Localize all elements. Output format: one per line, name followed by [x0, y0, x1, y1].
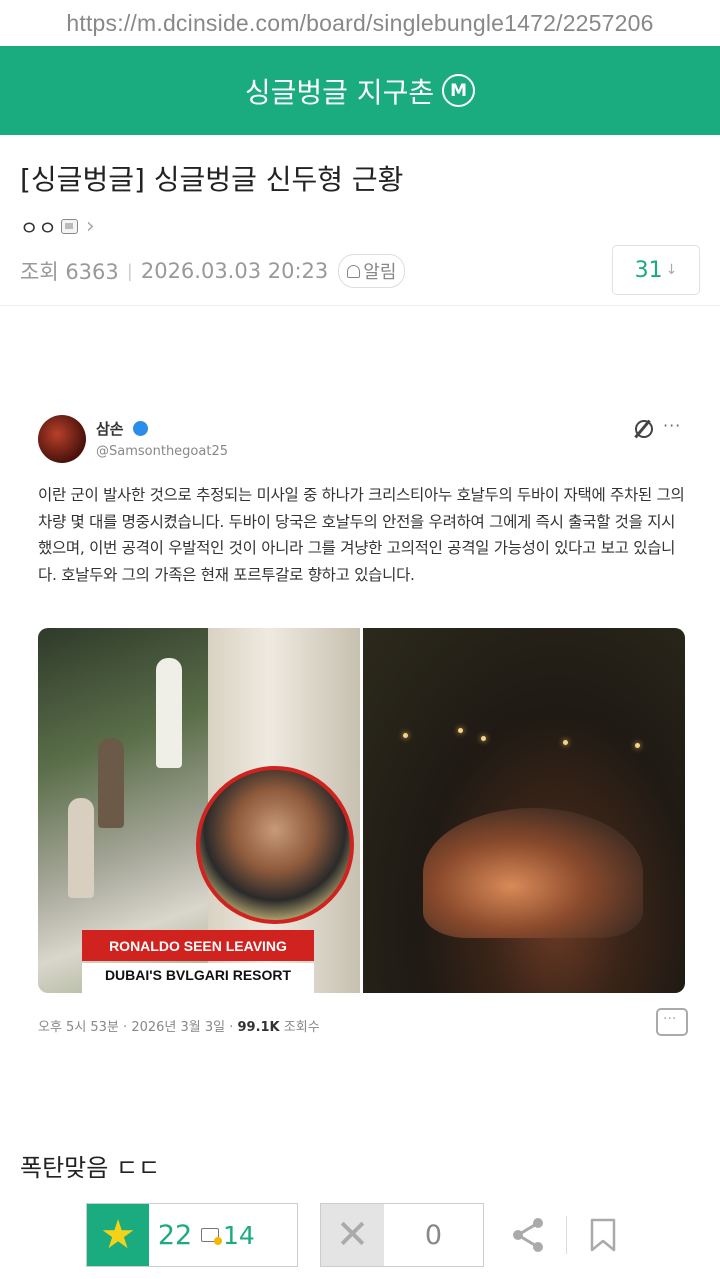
- photo-person: [156, 658, 182, 768]
- gallery-icon: [60, 219, 78, 234]
- photo-ronaldo-face: [196, 766, 354, 924]
- tweet-photos: RONALDO SEEN LEAVING DUBAI'S BVLGARI RES…: [38, 628, 685, 993]
- upvote-box[interactable]: ★ 22 14: [86, 1203, 298, 1267]
- upvote-count: 22: [157, 1219, 193, 1251]
- street-light: [458, 728, 463, 733]
- bookmark-icon[interactable]: [590, 1218, 616, 1252]
- gallery-header[interactable]: 싱글벙글 지구촌 M: [0, 46, 720, 135]
- street-light: [635, 743, 640, 748]
- upvote-button[interactable]: ★: [87, 1204, 149, 1266]
- close-icon: ✕: [335, 1212, 370, 1258]
- photo-person: [68, 798, 94, 898]
- gallery-name[interactable]: 싱글벙글 지구촌: [245, 71, 434, 111]
- minor-gallery-badge: M: [442, 74, 476, 107]
- downvote-button[interactable]: ✕: [321, 1204, 384, 1266]
- downvote-count: 0: [424, 1219, 443, 1251]
- photo-person: [98, 738, 124, 828]
- photo-ronaldo-leaving: RONALDO SEEN LEAVING DUBAI'S BVLGARI RES…: [38, 628, 360, 993]
- fixed-nick-icon: [201, 1228, 222, 1245]
- tweet-text: 이란 군이 발사한 것으로 추정되는 미사일 중 하나가 크리스티아누 호날두의…: [38, 486, 685, 584]
- alarm-label: 알림: [363, 262, 397, 283]
- verified-icon: [132, 421, 148, 436]
- news-banner-line2: DUBAI'S BVLGARI RESORT: [82, 963, 314, 993]
- photo-car: [423, 808, 643, 938]
- comment-count: 31: [634, 257, 663, 283]
- news-banner-line1: RONALDO SEEN LEAVING: [82, 930, 314, 961]
- avatar: [38, 415, 86, 463]
- divider: [0, 305, 720, 306]
- meta-separator: |: [126, 260, 133, 282]
- tweet-time: 오후 5시 53분 · 2026년 3월 3일 ·: [38, 1020, 238, 1035]
- street-light: [563, 740, 568, 745]
- share-icon[interactable]: [510, 1216, 546, 1254]
- more-icon: ···: [663, 416, 682, 435]
- fixed-upvote: 14: [201, 1204, 297, 1266]
- post-date: 2026.03.03 20:23: [140, 259, 329, 283]
- chevron-right-icon[interactable]: ›: [86, 214, 95, 239]
- downvote-box[interactable]: ✕ 0: [320, 1203, 484, 1267]
- tweet-author-name: 삼손: [96, 420, 124, 438]
- icon-separator: [566, 1216, 567, 1254]
- tweet-author: 삼손: [96, 418, 148, 439]
- view-count: 조회 6363: [20, 260, 119, 284]
- reply-icon: [656, 1008, 688, 1036]
- bell-icon: [347, 264, 361, 278]
- tweet-capture-image[interactable]: 삼손 @Samsonthegoat25 ··· 이란 군이 발사한 것으로 추정…: [20, 398, 710, 1048]
- author-name[interactable]: ㅇㅇ: [20, 212, 57, 241]
- fixed-upvote-count: 14: [223, 1220, 255, 1250]
- post-meta: 조회 6363 | 2026.03.03 20:23 알림: [20, 254, 406, 288]
- tweet-views-label: 조회수: [279, 1020, 320, 1035]
- alarm-button[interactable]: 알림: [338, 254, 406, 288]
- photo-damaged-car: [363, 628, 685, 993]
- comment-count-button[interactable]: 31 ↓: [612, 245, 700, 295]
- post-title: [싱글벙글] 싱글벙글 신두형 근황: [20, 163, 404, 196]
- tweet-footer: 오후 5시 53분 · 2026년 3월 3일 · 99.1K 조회수: [38, 1016, 320, 1035]
- street-light: [403, 733, 408, 738]
- tweet-handle: @Samsonthegoat25: [96, 444, 228, 459]
- url-bar[interactable]: https://m.dcinside.com/board/singlebungl…: [0, 0, 720, 46]
- arrow-down-icon: ↓: [665, 262, 678, 278]
- star-icon: ★: [100, 1212, 136, 1258]
- street-light: [481, 736, 486, 741]
- tweet-views: 99.1K: [237, 1020, 280, 1035]
- author-row[interactable]: ㅇㅇ ›: [20, 212, 95, 241]
- grok-icon: [635, 420, 653, 438]
- post-body-text: 폭탄맞음 ㄷㄷ: [20, 1154, 161, 1182]
